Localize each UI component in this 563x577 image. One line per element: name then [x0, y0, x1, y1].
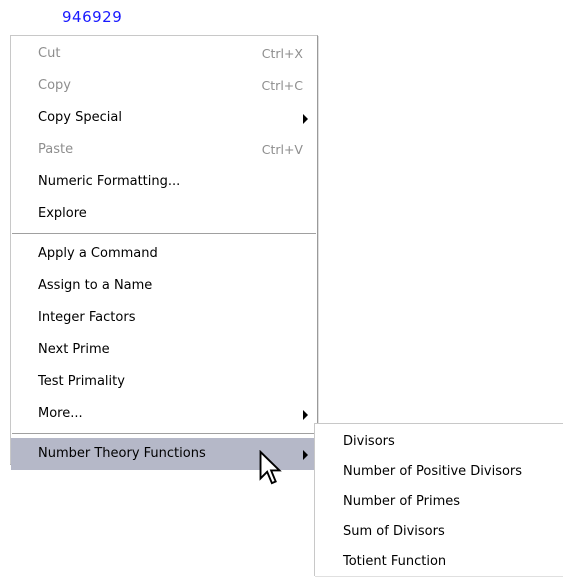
- menu-item-label: Number Theory Functions: [38, 446, 206, 461]
- menu-item-label: Copy: [38, 78, 71, 93]
- menu-separator: [12, 233, 316, 235]
- menu-item-integer-factors[interactable]: Integer Factors: [11, 302, 317, 334]
- menu-item-label: Next Prime: [38, 342, 110, 357]
- menu-item-explore[interactable]: Explore: [11, 198, 317, 230]
- menu-item-label: Integer Factors: [38, 310, 136, 325]
- submenu-item-number-of-primes[interactable]: Number of Primes: [315, 487, 563, 517]
- menu-item-label: Cut: [38, 46, 61, 61]
- submenu-arrow-icon: [303, 450, 308, 460]
- submenu-arrow-icon: [303, 114, 308, 124]
- menu-item-label: Test Primality: [38, 374, 125, 389]
- menu-item-test-primality[interactable]: Test Primality: [11, 366, 317, 398]
- menu-item-label: More...: [38, 406, 83, 421]
- menu-item-label: Assign to a Name: [38, 278, 153, 293]
- output-value: 946929: [62, 8, 123, 26]
- menu-item-assign-name[interactable]: Assign to a Name: [11, 270, 317, 302]
- menu-item-label: Copy Special: [38, 110, 122, 125]
- menu-item-label: Apply a Command: [38, 246, 158, 261]
- submenu-item-divisors[interactable]: Divisors: [315, 427, 563, 457]
- mouse-pointer-arrow-icon: [259, 450, 282, 485]
- submenu-item-number-of-positive-divisors[interactable]: Number of Positive Divisors: [315, 457, 563, 487]
- menu-item-label: Numeric Formatting...: [38, 174, 181, 189]
- submenu-item-totient-function[interactable]: Totient Function: [315, 547, 563, 577]
- menu-item-next-prime[interactable]: Next Prime: [11, 334, 317, 366]
- menu-item-label: Paste: [38, 142, 74, 157]
- number-theory-submenu: Divisors Number of Positive Divisors Num…: [314, 423, 563, 576]
- menu-item-shortcut: Ctrl+X: [261, 46, 303, 61]
- menu-item-shortcut: Ctrl+V: [261, 142, 303, 157]
- submenu-arrow-icon: [303, 410, 308, 420]
- menu-item-copy-special[interactable]: Copy Special: [11, 102, 317, 134]
- menu-item-numeric-formatting[interactable]: Numeric Formatting...: [11, 166, 317, 198]
- menu-item-paste[interactable]: Paste Ctrl+V: [11, 134, 317, 166]
- menu-item-label: Explore: [38, 206, 87, 221]
- context-menu: Cut Ctrl+X Copy Ctrl+C Copy Special Past…: [10, 35, 318, 470]
- menu-separator: [12, 433, 316, 435]
- menu-item-copy[interactable]: Copy Ctrl+C: [11, 70, 317, 102]
- submenu-item-sum-of-divisors[interactable]: Sum of Divisors: [315, 517, 563, 547]
- menu-item-apply-command[interactable]: Apply a Command: [11, 238, 317, 270]
- menu-item-cut[interactable]: Cut Ctrl+X: [11, 38, 317, 70]
- menu-item-shortcut: Ctrl+C: [261, 78, 303, 93]
- menu-item-more[interactable]: More...: [11, 398, 317, 430]
